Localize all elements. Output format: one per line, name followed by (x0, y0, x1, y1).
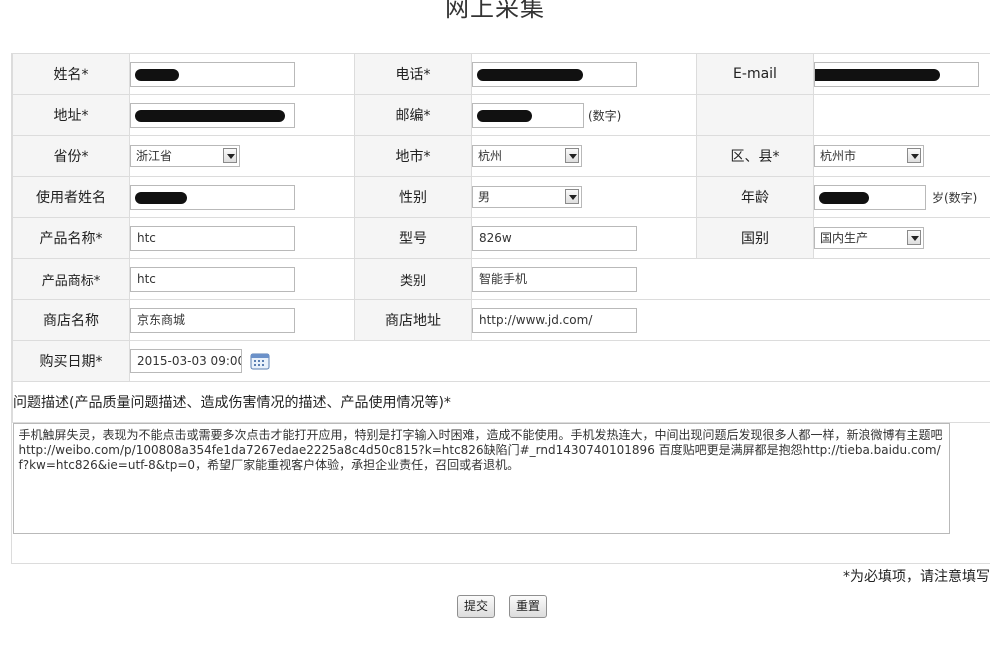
redacted-text (135, 109, 285, 122)
email-label: E-mail (696, 53, 814, 95)
chevron-down-icon[interactable] (907, 230, 921, 245)
row-product: 产品名称* htc 型号 826w 国别 国内生产 (12, 217, 990, 259)
product-name-label: 产品名称* (12, 217, 130, 259)
store-name-label: 商店名称 (12, 299, 130, 341)
row-purchase-date: 购买日期* 2015-03-03 09:00 (12, 340, 990, 382)
empty-field-cell (813, 94, 990, 136)
chevron-down-icon[interactable] (907, 148, 921, 163)
row-brand: 产品商标* htc 类别 智能手机 (12, 258, 990, 300)
row-user: 使用者姓名 性别 男 年龄 岁(数字) (12, 176, 990, 218)
age-hint: 岁(数字) (932, 190, 978, 205)
reset-button[interactable]: 重置 (509, 595, 548, 618)
name-input[interactable] (130, 61, 295, 87)
store-address-input[interactable]: http://www.jd.com/ (472, 307, 637, 333)
calendar-icon[interactable] (250, 352, 270, 370)
city-select[interactable]: 杭州 (472, 145, 582, 167)
age-input[interactable] (814, 184, 926, 210)
description-label: 问题描述(产品质量问题描述、造成伤害情况的描述、产品使用情况等)* (12, 381, 990, 423)
origin-select[interactable]: 国内生产 (814, 227, 924, 249)
gender-label: 性别 (354, 176, 472, 218)
purchase-date-label: 购买日期* (12, 340, 130, 382)
chevron-down-icon[interactable] (565, 189, 579, 204)
age-label: 年龄 (696, 176, 814, 218)
category-label: 类别 (354, 258, 472, 300)
row-description-label: 问题描述(产品质量问题描述、造成伤害情况的描述、产品使用情况等)* (12, 381, 990, 423)
user-name-input[interactable] (130, 184, 295, 210)
address-label: 地址* (12, 94, 130, 136)
chevron-down-icon[interactable] (565, 148, 579, 163)
redacted-text (477, 109, 532, 122)
province-select[interactable]: 浙江省 (130, 145, 240, 167)
row-store: 商店名称 京东商城 商店地址 http://www.jd.com/ (12, 299, 990, 341)
postcode-hint: (数字) (588, 108, 622, 123)
district-label: 区、县* (696, 135, 814, 177)
submit-button[interactable]: 提交 (457, 595, 496, 618)
redacted-text (477, 68, 583, 81)
user-name-label: 使用者姓名 (12, 176, 130, 218)
purchase-date-input[interactable]: 2015-03-03 09:00 (130, 349, 242, 373)
district-select[interactable]: 杭州市 (814, 145, 924, 167)
collection-form: 姓名* 电话* E-mail 地址* 邮编* (数字) 省份* 浙江省 地市* … (11, 53, 990, 564)
row-contact: 姓名* 电话* E-mail (12, 53, 990, 95)
origin-label: 国别 (696, 217, 814, 259)
empty-label-cell (696, 94, 814, 136)
city-label: 地市* (354, 135, 472, 177)
store-name-input[interactable]: 京东商城 (130, 307, 295, 333)
category-input[interactable]: 智能手机 (472, 266, 637, 292)
model-input[interactable]: 826w (472, 225, 637, 251)
gender-select[interactable]: 男 (472, 186, 582, 208)
page-title: 网上采集 (445, 0, 545, 22)
description-textarea[interactable]: 手机触屏失灵，表现为不能点击或需要多次点击才能打开应用，特别是打字输入时困难，造… (12, 423, 950, 534)
model-label: 型号 (354, 217, 472, 259)
chevron-down-icon[interactable] (223, 148, 237, 163)
brand-input[interactable]: htc (130, 266, 295, 292)
name-label: 姓名* (12, 53, 130, 95)
store-address-label: 商店地址 (354, 299, 472, 341)
row-region: 省份* 浙江省 地市* 杭州 区、县* 杭州市 (12, 135, 990, 177)
email-input[interactable] (814, 61, 979, 87)
phone-input[interactable] (472, 61, 637, 87)
required-note: *为必填项，请注意填写 (843, 569, 990, 585)
redacted-text (135, 191, 187, 204)
brand-label: 产品商标* (12, 258, 130, 300)
product-name-input[interactable]: htc (130, 225, 295, 251)
postcode-input[interactable] (472, 102, 584, 128)
phone-label: 电话* (354, 53, 472, 95)
row-address: 地址* 邮编* (数字) (12, 94, 990, 136)
form-table: 姓名* 电话* E-mail 地址* 邮编* (数字) 省份* 浙江省 地市* … (12, 53, 990, 534)
address-input[interactable] (130, 102, 295, 128)
row-description: 手机触屏失灵，表现为不能点击或需要多次点击才能打开应用，特别是打字输入时困难，造… (12, 423, 990, 534)
redacted-text (135, 68, 179, 81)
redacted-text (815, 68, 940, 81)
province-label: 省份* (12, 135, 130, 177)
postcode-label: 邮编* (354, 94, 472, 136)
redacted-text (819, 191, 869, 204)
